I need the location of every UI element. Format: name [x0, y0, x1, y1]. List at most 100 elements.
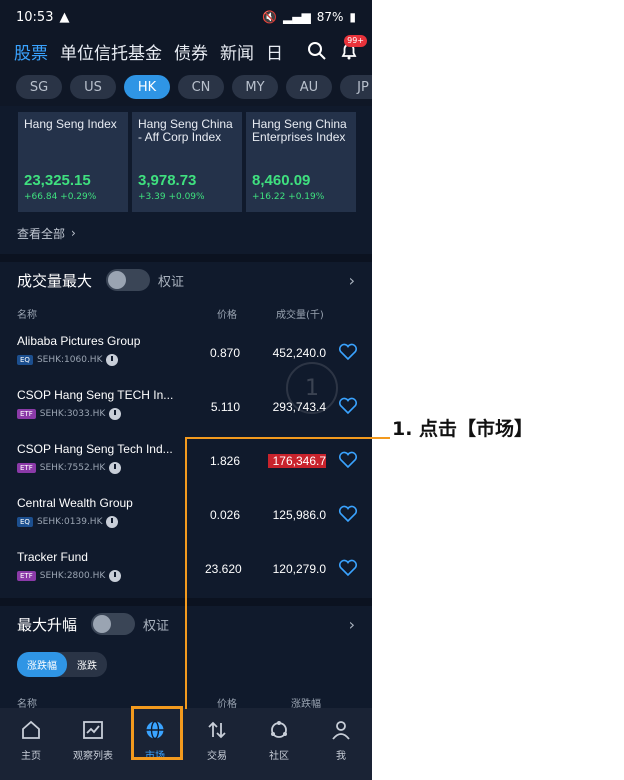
stock-code: SEHK:7552.HK [39, 463, 106, 473]
clock-icon [109, 462, 122, 474]
tab-calendar[interactable]: 日 [266, 39, 283, 64]
stock-code: SEHK:3033.HK [39, 409, 106, 419]
nav-community[interactable]: 社区 [249, 720, 309, 762]
chip-cn[interactable]: CN [178, 75, 224, 99]
index-name: Hang Seng China Enterprises Index [252, 117, 347, 144]
index-name: Hang Seng China - Aff Corp Index [138, 117, 233, 144]
alert-icon: ▲ [59, 9, 70, 25]
signal-icon: ▂▄▆ [283, 10, 311, 24]
nav-label: 社区 [269, 751, 289, 762]
heart-icon[interactable] [338, 397, 358, 419]
index-card-hsi[interactable]: Hang Seng Index 23,325.15 +66.84 +0.29% [18, 112, 128, 212]
tab-news[interactable]: 新闻 [220, 39, 254, 64]
index-value: 8,460.09 [252, 172, 311, 189]
clock-icon [109, 408, 122, 420]
toggle-label: 权证 [143, 618, 170, 634]
index-value: 3,978.73 [138, 172, 197, 189]
pill-change-percent[interactable]: 涨跌幅 [17, 652, 67, 677]
home-icon [20, 720, 42, 743]
chip-sg[interactable]: SG [16, 75, 62, 99]
stock-code: SEHK:2800.HK [39, 571, 106, 581]
type-tag: EQ [17, 517, 33, 527]
community-icon [268, 720, 290, 743]
chip-jp[interactable]: JP [340, 75, 372, 99]
stock-volume: 176,346.7 [268, 454, 326, 468]
mute-icon: 🔇 [262, 10, 278, 24]
stock-volume: 452,240.0 [272, 346, 326, 360]
nav-label: 我 [336, 751, 346, 762]
clock-time: 10:53 [16, 9, 54, 25]
nav-label: 主页 [21, 751, 41, 762]
stock-volume: 120,279.0 [272, 562, 326, 576]
type-tag: EQ [17, 355, 33, 365]
view-all-link[interactable]: 查看全部 › [0, 212, 372, 254]
nav-watchlist[interactable]: 观察列表 [63, 720, 123, 762]
chevron-right-icon[interactable]: › [349, 271, 355, 290]
type-tag: ETF [17, 571, 36, 581]
pointer-line-horizontal [185, 437, 390, 439]
stock-price: 0.870 [209, 346, 240, 360]
swap-arrows-icon [206, 720, 228, 743]
nav-home[interactable]: 主页 [1, 720, 61, 762]
highlight-box [131, 706, 183, 760]
chevron-right-icon[interactable]: › [349, 615, 355, 634]
index-change: +66.84 +0.29% [24, 192, 97, 202]
pill-change[interactable]: 涨跌 [67, 652, 107, 677]
stock-price: 0.026 [209, 508, 240, 522]
index-card-hscci[interactable]: Hang Seng China - Aff Corp Index 3,978.7… [132, 112, 242, 212]
warrant-toggle[interactable] [106, 269, 151, 291]
chip-au[interactable]: AU [286, 75, 332, 99]
stock-price: 23.620 [205, 562, 242, 576]
index-change: +16.22 +0.19% [252, 192, 325, 202]
col-price: 价格 [217, 309, 237, 321]
type-tag: ETF [17, 463, 36, 473]
index-value: 23,325.15 [24, 172, 91, 189]
bottom-nav: 主页 观察列表 市场 交易 社区 我 [0, 708, 372, 780]
table-header: 名称 价格 成交量(千) [0, 298, 372, 328]
stock-code: SEHK:1060.HK [36, 355, 103, 365]
tab-stocks[interactable]: 股票 [14, 39, 48, 64]
stock-price: 1.826 [209, 454, 240, 468]
pointer-line-vertical [185, 437, 187, 709]
clock-icon [109, 570, 122, 582]
heart-icon[interactable] [338, 505, 358, 527]
heart-icon[interactable] [338, 559, 358, 581]
status-bar: 10:53 ▲ 🔇 ▂▄▆ 87% ▮ [0, 0, 372, 34]
col-name: 名称 [17, 309, 37, 321]
tab-bonds[interactable]: 债券 [174, 39, 208, 64]
chevron-right-icon: › [71, 226, 76, 240]
step-circle-watermark: 1 [286, 362, 338, 414]
person-icon [330, 720, 352, 743]
stock-volume: 125,986.0 [272, 508, 326, 522]
most-active-header: 成交量最大 权证 › [0, 254, 372, 298]
search-icon[interactable] [307, 40, 327, 62]
notification-badge: 99+ [344, 35, 367, 47]
chip-my[interactable]: MY [232, 75, 278, 99]
heart-icon[interactable] [338, 451, 358, 473]
col-volume: 成交量(千) [276, 309, 324, 321]
chip-us[interactable]: US [70, 75, 116, 99]
chip-hk[interactable]: HK [124, 75, 170, 99]
clock-icon [106, 516, 119, 528]
nav-me[interactable]: 我 [311, 720, 371, 762]
bell-icon[interactable]: 99+ [339, 35, 367, 62]
warrant-toggle[interactable] [91, 613, 136, 635]
top-tab-bar: 股票 单位信托基金 债券 新闻 日 99+ [0, 34, 372, 68]
view-all-label: 查看全部 [17, 226, 66, 241]
battery-icon: ▮ [349, 10, 356, 24]
index-name: Hang Seng Index [24, 117, 117, 131]
index-cards: Hang Seng Index 23,325.15 +66.84 +0.29% … [0, 106, 372, 212]
nav-label: 交易 [207, 751, 227, 762]
heart-icon[interactable] [338, 343, 358, 365]
index-card-hscei[interactable]: Hang Seng China Enterprises Index 8,460.… [246, 112, 356, 212]
market-filter-chips: SG US HK CN MY AU JP [0, 68, 372, 106]
nav-trade[interactable]: 交易 [187, 720, 247, 762]
toggle-label: 权证 [158, 274, 185, 290]
tab-unit-trusts[interactable]: 单位信托基金 [60, 39, 162, 64]
battery-level: 87% [316, 10, 344, 24]
stock-code: SEHK:0139.HK [36, 517, 103, 527]
index-change: +3.39 +0.09% [138, 192, 205, 202]
section-title: 成交量最大 [17, 271, 93, 290]
instruction-annotation: 1. 点击【市场】 [392, 418, 534, 440]
chart-icon [82, 720, 104, 743]
